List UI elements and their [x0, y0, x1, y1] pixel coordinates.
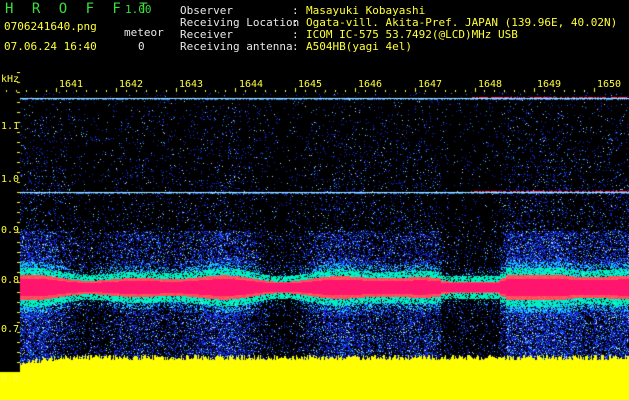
y-tick-label: 0.6: [1, 373, 20, 384]
x-tick-label: 1641: [59, 79, 84, 90]
x-tick-label: 1650: [597, 79, 622, 90]
x-tick-label: 1646: [358, 79, 383, 90]
x-tick-label: 1649: [537, 79, 562, 90]
info-sep-antenna: :: [292, 40, 299, 53]
x-tick-label: 1642: [119, 79, 144, 90]
info-value-antenna: A504HB(yagi 4el): [306, 40, 412, 53]
file-name: 0706241640.png: [4, 20, 97, 33]
info-label-antenna: Receiving antenna: [180, 40, 293, 53]
meteor-count: 0: [138, 40, 145, 53]
meteor-label: meteor: [124, 26, 164, 39]
header-panel: H R O F F T 1.00 0706241640.png meteor 0…: [0, 0, 629, 72]
x-tick-label: 1645: [298, 79, 323, 90]
y-tick-label: 0.8: [1, 275, 20, 286]
y-tick-label: 1.0: [1, 174, 20, 185]
spectrogram-canvas: [0, 72, 629, 400]
y-tick-label: 1.1: [1, 121, 20, 132]
x-tick-label: 1647: [418, 79, 443, 90]
y-axis-unit: kHz: [1, 74, 20, 85]
x-tick-label: 1643: [179, 79, 204, 90]
y-tick-label: 0.7: [1, 324, 20, 335]
y-tick-label: 0.9: [1, 225, 20, 236]
x-tick-label: 1648: [478, 79, 503, 90]
x-tick-label: 1644: [239, 79, 264, 90]
file-datetime: 07.06.24 16:40: [4, 40, 97, 53]
app-version: 1.00: [125, 3, 152, 16]
